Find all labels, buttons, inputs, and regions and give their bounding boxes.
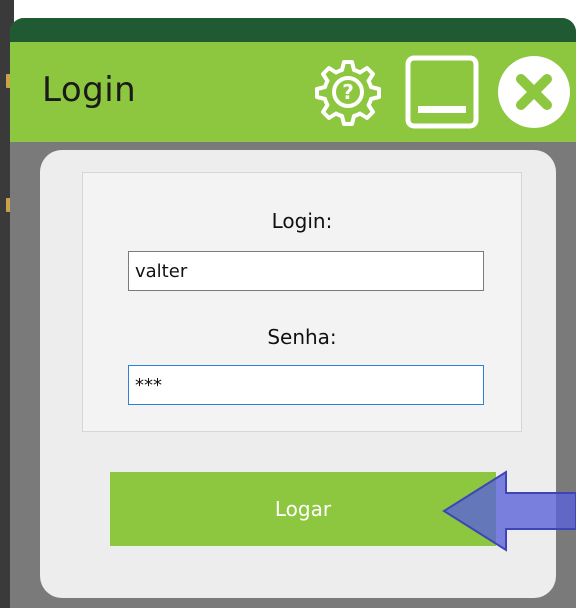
window-title: Login — [42, 70, 137, 110]
senha-label: Senha: — [267, 325, 337, 349]
left-arrow-icon — [442, 470, 576, 552]
logar-button[interactable]: Logar — [110, 472, 496, 546]
screen: Login ? Login: valter Senha: *** Logar — [0, 0, 576, 608]
title-bar[interactable]: Login ? — [10, 42, 576, 142]
minimize-icon — [405, 55, 479, 129]
login-form-panel: Login: Senha: — [82, 172, 522, 432]
help-settings-button[interactable]: ? — [308, 52, 388, 132]
gear-question-icon: ? — [315, 60, 381, 126]
minimize-button[interactable] — [402, 52, 482, 132]
senha-input[interactable] — [128, 365, 484, 405]
close-button[interactable] — [494, 52, 574, 132]
login-label: Login: — [271, 209, 333, 233]
window-top-strip — [10, 18, 576, 44]
svg-text:?: ? — [342, 80, 354, 104]
close-icon — [498, 56, 570, 128]
login-input[interactable] — [128, 251, 484, 291]
